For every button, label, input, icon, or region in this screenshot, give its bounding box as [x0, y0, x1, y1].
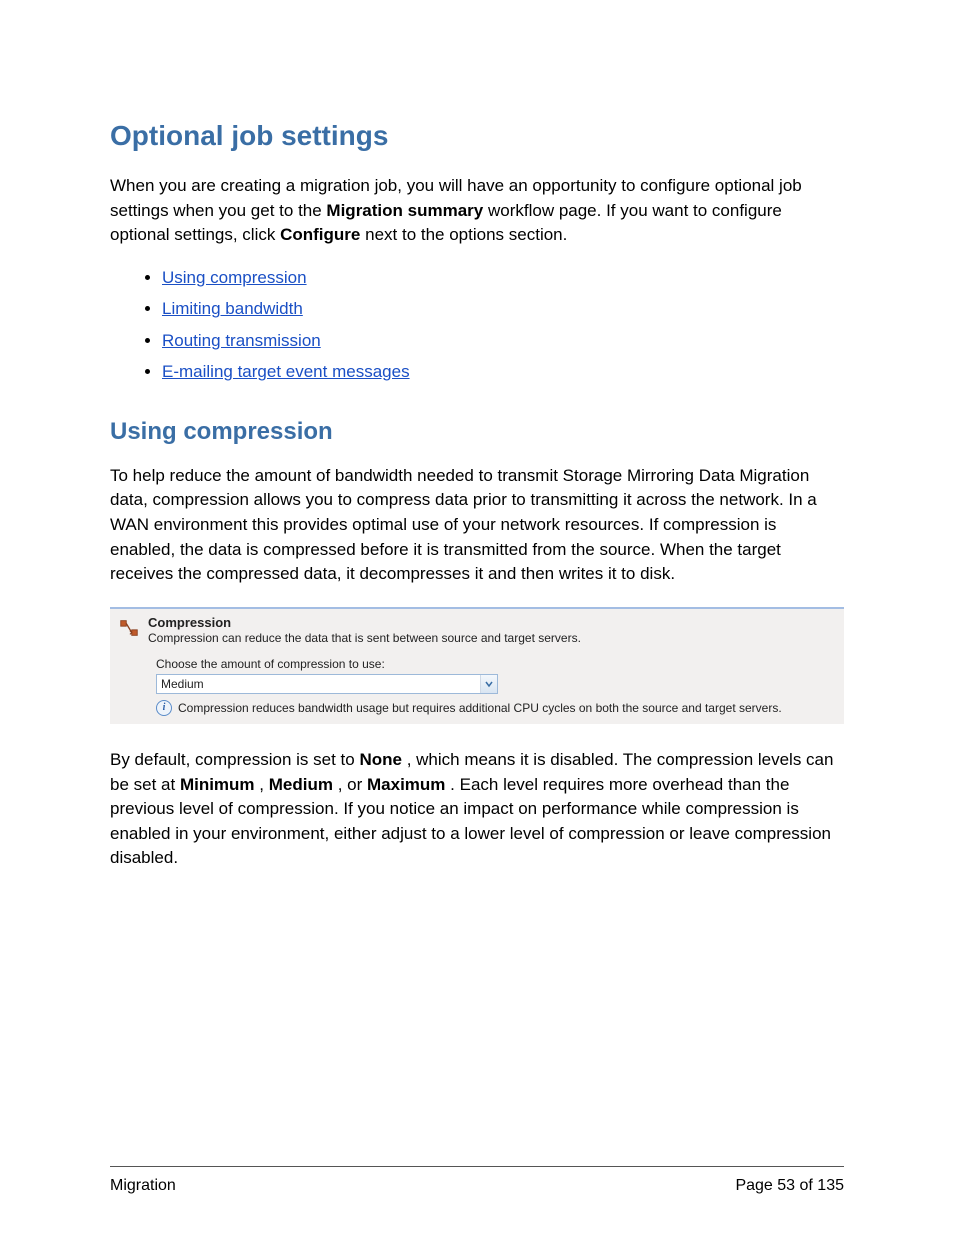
compression-panel: Compression Compression can reduce the d… — [110, 607, 844, 724]
list-item: E-mailing target event messages — [162, 356, 844, 387]
compression-combobox[interactable]: Medium — [156, 674, 498, 694]
intro-paragraph: When you are creating a migration job, y… — [110, 174, 844, 248]
footer-left: Migration — [110, 1177, 176, 1195]
chevron-down-icon — [485, 680, 493, 688]
link-routing-transmission[interactable]: Routing transmission — [162, 331, 321, 350]
closing-comma-1: , — [259, 775, 268, 794]
section-heading: Using compression — [110, 418, 844, 446]
closing-bold-minimum: Minimum — [180, 775, 255, 794]
compression-icon — [118, 617, 140, 642]
link-emailing-target-events[interactable]: E-mailing target event messages — [162, 362, 410, 381]
intro-bold-2: Configure — [280, 225, 360, 244]
list-item: Using compression — [162, 262, 844, 293]
closing-text-1: By default, compression is set to — [110, 750, 359, 769]
panel-description: Compression can reduce the data that is … — [148, 631, 581, 645]
list-item: Limiting bandwidth — [162, 293, 844, 324]
info-icon: i — [156, 700, 172, 716]
closing-bold-none: None — [359, 750, 402, 769]
list-item: Routing transmission — [162, 325, 844, 356]
closing-bold-medium: Medium — [269, 775, 333, 794]
links-list: Using compression Limiting bandwidth Rou… — [110, 262, 844, 388]
combobox-dropdown-button[interactable] — [480, 675, 497, 693]
closing-bold-maximum: Maximum — [367, 775, 445, 794]
intro-text-3: next to the options section. — [365, 225, 567, 244]
compression-info-text: Compression reduces bandwidth usage but … — [178, 701, 782, 715]
footer-right: Page 53 of 135 — [735, 1177, 844, 1195]
panel-title: Compression — [148, 615, 581, 630]
link-limiting-bandwidth[interactable]: Limiting bandwidth — [162, 299, 303, 318]
page-title: Optional job settings — [110, 120, 844, 152]
section-body: To help reduce the amount of bandwidth n… — [110, 464, 844, 587]
compression-choose-label: Choose the amount of compression to use: — [156, 657, 836, 671]
closing-comma-2: , or — [338, 775, 367, 794]
closing-paragraph: By default, compression is set to None ,… — [110, 748, 844, 871]
link-using-compression[interactable]: Using compression — [162, 268, 307, 287]
page-footer: Migration Page 53 of 135 — [110, 1166, 844, 1195]
compression-selected-value: Medium — [157, 675, 480, 693]
intro-bold-1: Migration summary — [326, 201, 483, 220]
